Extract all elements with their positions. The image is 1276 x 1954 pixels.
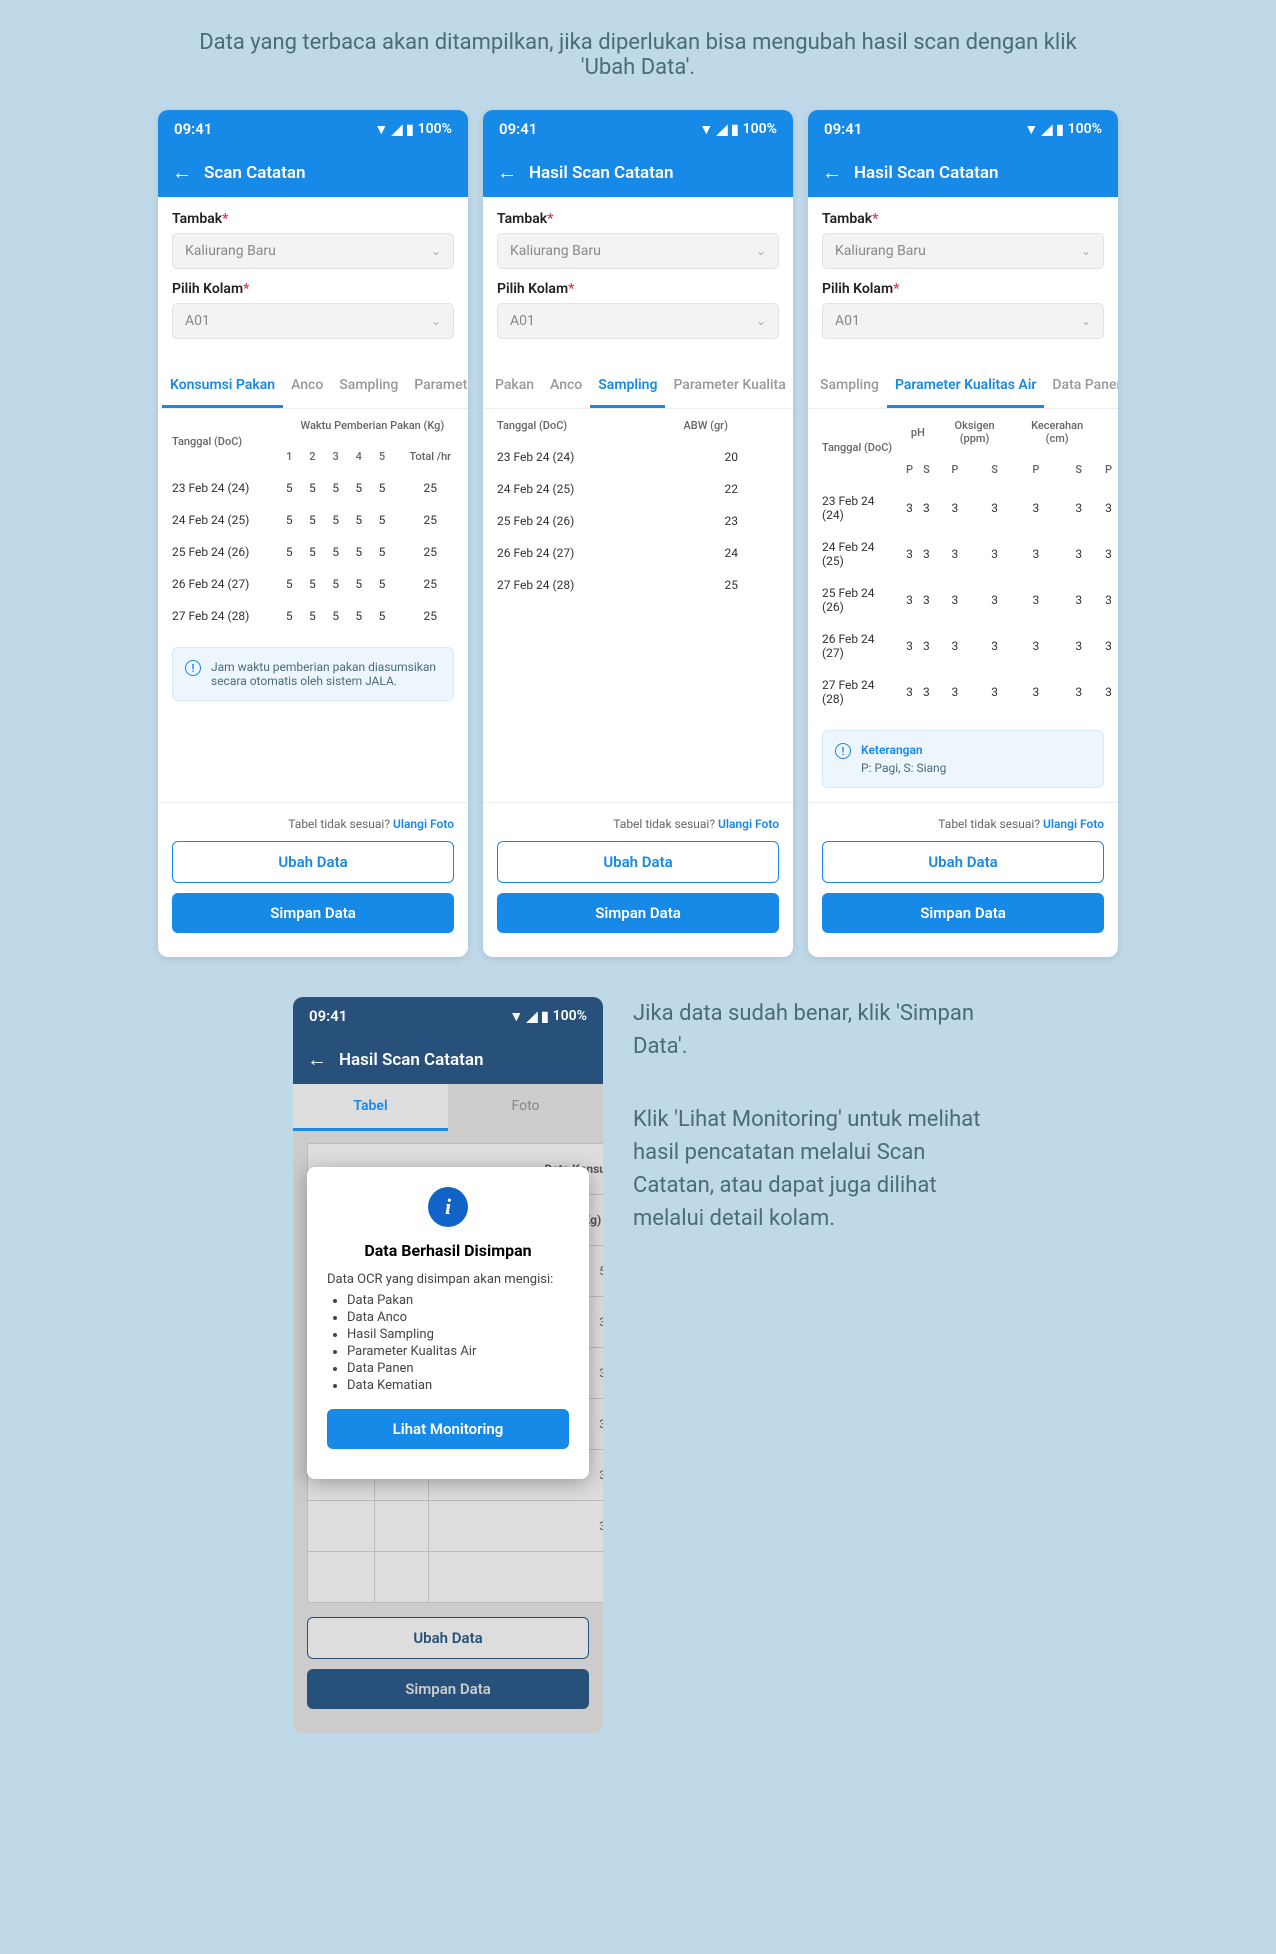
table-row: 27 Feb 24 (28)5555525 xyxy=(160,601,466,631)
chevron-down-icon: ⌄ xyxy=(431,314,441,328)
header-title: Scan Catatan xyxy=(204,163,306,183)
simpan-data-button[interactable]: Simpan Data xyxy=(497,893,779,933)
modal-title: Data Berhasil Disimpan xyxy=(327,1241,569,1260)
ubah-data-button[interactable]: Ubah Data xyxy=(497,841,779,883)
ubah-data-button[interactable]: Ubah Data xyxy=(172,841,454,883)
table-row: 26 Feb 24 (27)3333333 xyxy=(810,624,1116,668)
data-table: Tanggal (DoC)ABW (gr) 23 Feb 24 (24)2024… xyxy=(483,409,793,602)
phone-sampling: 09:41▼ ◢ ▮ 100% ←Hasil Scan Catatan Tamb… xyxy=(483,110,793,957)
side-instructions: Jika data sudah benar, klik 'Simpan Data… xyxy=(633,997,983,1275)
table-row: 23 Feb 24 (24)3333333 xyxy=(810,486,1116,530)
table-row: 26 Feb 24 (27)5555525 xyxy=(160,569,466,599)
ulangi-foto-link[interactable]: Ulangi Foto xyxy=(718,817,779,831)
intro-text: Data yang terbaca akan ditampilkan, jika… xyxy=(188,30,1088,80)
tab-parameter[interactable]: Parameter Kualita xyxy=(665,365,793,408)
modal-list: Data PakanData AncoHasil SamplingParamet… xyxy=(327,1293,569,1393)
ubah-data-button[interactable]: Ubah Data xyxy=(822,841,1104,883)
tambak-select[interactable]: Kaliurang Baru⌄ xyxy=(497,233,779,269)
tab-anco[interactable]: Anco xyxy=(283,365,331,408)
table-row: 24 Feb 24 (25)5555525 xyxy=(160,505,466,535)
chevron-down-icon: ⌄ xyxy=(431,244,441,258)
back-icon[interactable]: ← xyxy=(172,160,192,185)
data-table: Tanggal (DoC)Waktu Pemberian Pakan (Kg) … xyxy=(158,409,468,633)
phone-success-modal: 09:41▼ ◢ ▮ 100% ←Hasil Scan Catatan Tabe… xyxy=(293,997,603,1733)
table-row: 25 Feb 24 (26)23 xyxy=(485,506,791,536)
table-row: 24 Feb 24 (25)3333333 xyxy=(810,532,1116,576)
tidak-sesuai-text: Tabel tidak sesuai? xyxy=(288,817,390,831)
tab-data-panen[interactable]: Data Panen xyxy=(1044,365,1118,408)
table-row: 26 Feb 24 (27)24 xyxy=(485,538,791,568)
header-title: Hasil Scan Catatan xyxy=(854,163,998,183)
modal-subtitle: Data OCR yang disimpan akan mengisi: xyxy=(327,1272,569,1287)
info-icon: i xyxy=(428,1187,468,1227)
status-icons: ▼ ◢ ▮ 100% xyxy=(374,121,452,138)
phone-konsumsi-pakan: 09:41▼ ◢ ▮ 100% ←Scan Catatan Tambak* Ka… xyxy=(158,110,468,957)
tab-sampling[interactable]: Sampling xyxy=(590,365,665,408)
header-title: Hasil Scan Catatan xyxy=(529,163,673,183)
table-row: 24 Feb 24 (25)22 xyxy=(485,474,791,504)
info-icon: ! xyxy=(185,660,201,676)
ulangi-foto-link[interactable]: Ulangi Foto xyxy=(393,817,454,831)
tab-sampling[interactable]: Sampling xyxy=(331,365,406,408)
tab-parameter[interactable]: Paramet xyxy=(406,365,468,408)
tab-anco[interactable]: Anco xyxy=(542,365,590,408)
tab-parameter-kualitas[interactable]: Parameter Kualitas Air xyxy=(887,365,1044,408)
kolam-label: Pilih Kolam xyxy=(172,281,243,297)
kolam-select[interactable]: A01⌄ xyxy=(822,303,1104,339)
table-row: 27 Feb 24 (28)25 xyxy=(485,570,791,600)
tab-sampling[interactable]: Sampling xyxy=(812,365,887,408)
tambak-select[interactable]: Kaliurang Baru⌄ xyxy=(822,233,1104,269)
tabs: Konsumsi Pakan Anco Sampling Paramet xyxy=(158,365,468,409)
table-row: 23 Feb 24 (24)20 xyxy=(485,442,791,472)
tambak-label: Tambak xyxy=(172,211,222,227)
status-time: 09:41 xyxy=(174,120,212,138)
phone-parameter-kualitas: 09:41▼ ◢ ▮ 100% ←Hasil Scan Catatan Tamb… xyxy=(808,110,1118,957)
back-icon[interactable]: ← xyxy=(497,160,517,185)
table-row: 25 Feb 24 (26)5555525 xyxy=(160,537,466,567)
table-row: 23 Feb 24 (24)5555525 xyxy=(160,473,466,503)
table-row: 27 Feb 24 (28)3333333 xyxy=(810,670,1116,714)
tab-konsumsi-pakan[interactable]: Konsumsi Pakan xyxy=(162,365,283,408)
simpan-data-button[interactable]: Simpan Data xyxy=(172,893,454,933)
simpan-data-button[interactable]: Simpan Data xyxy=(822,893,1104,933)
back-icon[interactable]: ← xyxy=(307,1047,327,1072)
kolam-select[interactable]: A01⌄ xyxy=(172,303,454,339)
info-box: !Jam waktu pemberian pakan diasumsikan s… xyxy=(172,647,454,701)
kolam-select[interactable]: A01⌄ xyxy=(497,303,779,339)
tab-pakan[interactable]: Pakan xyxy=(487,365,542,408)
back-icon[interactable]: ← xyxy=(822,160,842,185)
tambak-select[interactable]: Kaliurang Baru⌄ xyxy=(172,233,454,269)
header-title: Hasil Scan Catatan xyxy=(339,1050,483,1070)
table-row: 25 Feb 24 (26)3333333 xyxy=(810,578,1116,622)
tab-foto[interactable]: Foto xyxy=(448,1084,603,1131)
info-icon: ! xyxy=(835,743,851,759)
info-box: !KeteranganP: Pagi, S: Siang xyxy=(822,730,1104,788)
ulangi-foto-link[interactable]: Ulangi Foto xyxy=(1043,817,1104,831)
simpan-data-button[interactable]: Simpan Data xyxy=(307,1669,589,1709)
success-modal: i Data Berhasil Disimpan Data OCR yang d… xyxy=(307,1167,589,1479)
tab-tabel[interactable]: Tabel xyxy=(293,1084,448,1131)
data-table: Tanggal (DoC)pHOksigen (ppm)Kecerahan (c… xyxy=(808,409,1118,716)
lihat-monitoring-button[interactable]: Lihat Monitoring xyxy=(327,1409,569,1449)
ubah-data-button[interactable]: Ubah Data xyxy=(307,1617,589,1659)
